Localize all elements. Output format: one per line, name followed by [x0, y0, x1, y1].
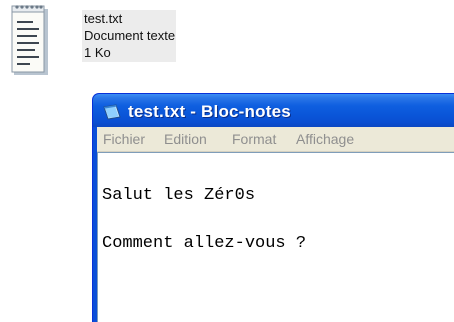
file-type: Document texte — [84, 28, 176, 43]
window-title: test.txt - Bloc-notes — [128, 102, 291, 121]
editor-line: Salut les Zér0s — [102, 186, 256, 205]
title-bar[interactable]: test.txt - Bloc-notes — [93, 94, 454, 127]
menu-edition[interactable]: Edition — [164, 127, 207, 151]
file-name: test.txt — [84, 11, 123, 26]
text-document-icon — [8, 4, 54, 82]
desktop-file-item[interactable]: test.txt Document texte 1 Ko — [4, 4, 234, 82]
editor-line: Comment allez-vous ? — [102, 234, 307, 253]
file-size: 1 Ko — [84, 45, 111, 60]
menu-format[interactable]: Format — [232, 127, 276, 151]
notepad-icon — [102, 103, 122, 121]
menu-bar: Fichier Edition Format Affichage — [97, 127, 454, 152]
menu-affichage[interactable]: Affichage — [296, 127, 354, 151]
desktop: test.txt Document texte 1 Ko test.txt - … — [0, 0, 454, 322]
notepad-window[interactable]: test.txt - Bloc-notes Fichier Edition Fo… — [92, 93, 454, 322]
menu-fichier[interactable]: Fichier — [103, 127, 145, 151]
file-labels: test.txt Document texte 1 Ko — [82, 10, 177, 62]
text-editor[interactable]: Salut les Zér0s Comment allez-vous ? — [97, 152, 454, 322]
